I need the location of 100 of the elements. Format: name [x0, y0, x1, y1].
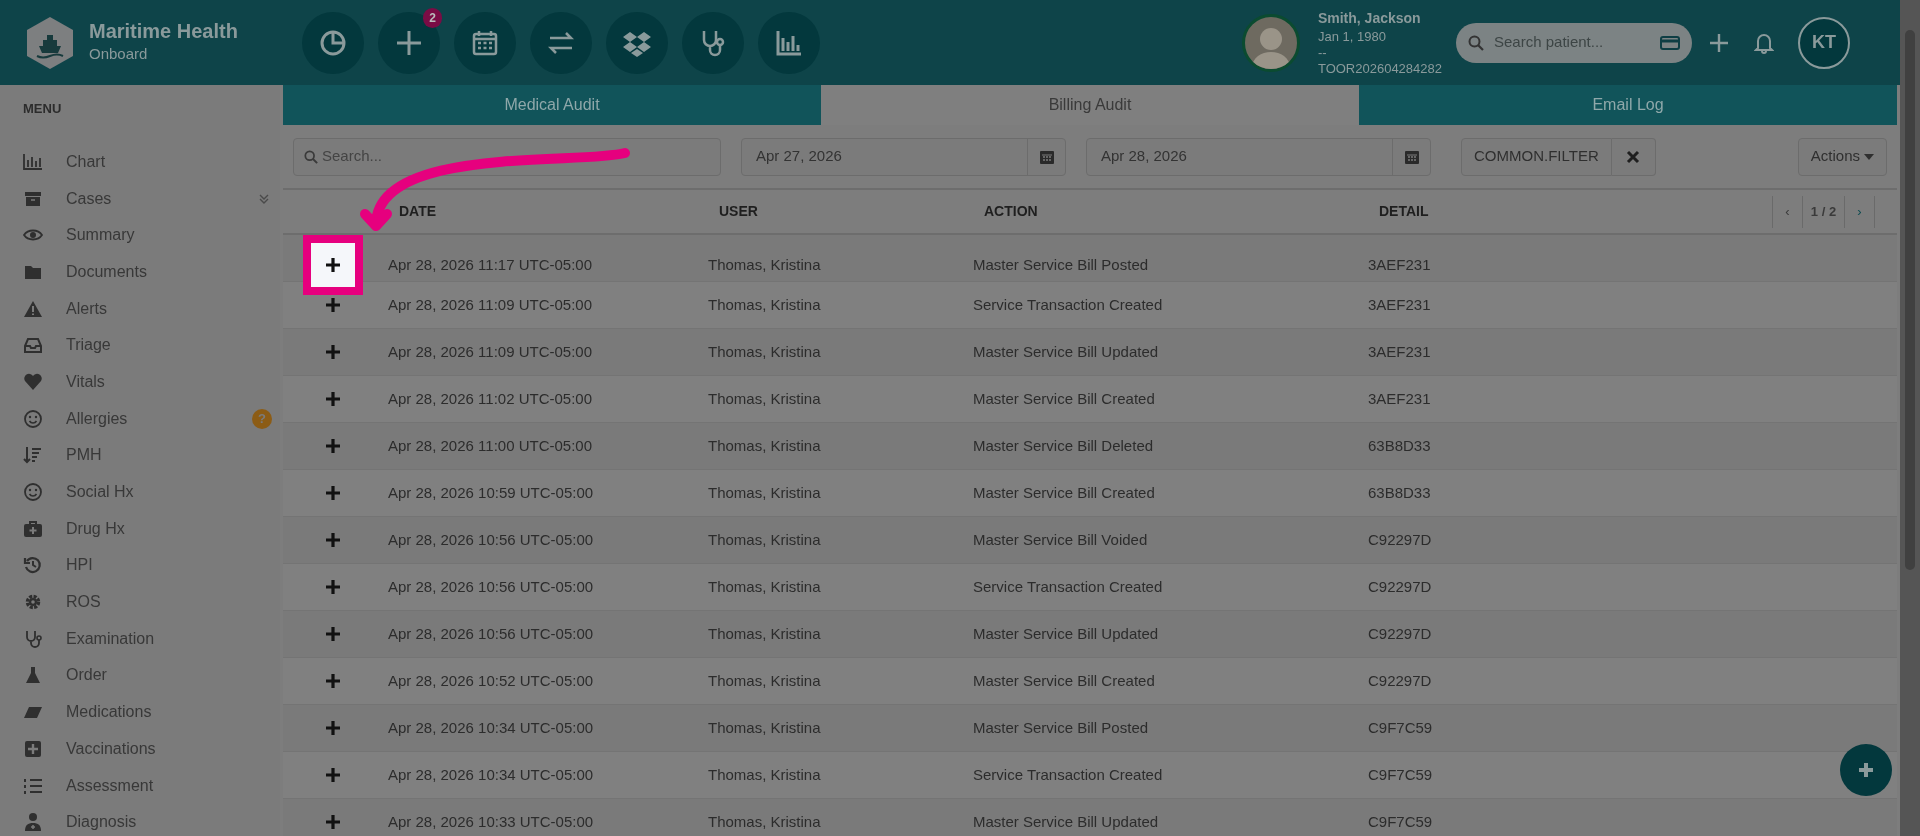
- heart-icon: [23, 371, 43, 392]
- plus-icon: [325, 257, 341, 273]
- plus-icon: [1857, 761, 1875, 779]
- table-cell-text: Thomas, Kristina: [708, 254, 821, 275]
- table-cell-text: Apr 28, 2026 11:09 UTC-05:00: [388, 294, 593, 315]
- sidebar-item[interactable]: HPI: [23, 547, 280, 584]
- table-cell-text: Apr 28, 2026 10:33 UTC-05:00: [388, 811, 594, 832]
- patient-search-field[interactable]: Search patient...: [1492, 30, 1652, 55]
- table-cell-text: Apr 28, 2026 11:09 UTC-05:00: [388, 341, 593, 362]
- brand-subtitle: Onboard: [89, 44, 149, 65]
- expand-row-button[interactable]: [303, 235, 363, 295]
- sidebar-item[interactable]: Summary: [23, 216, 280, 254]
- table-cell-text: C9F7C59: [1368, 811, 1433, 832]
- plus-icon: [325, 814, 341, 830]
- patient-name: Smith, Jackson: [1317, 8, 1422, 28]
- caret-icon: [1864, 153, 1874, 160]
- tab[interactable]: Medical Audit: [283, 85, 821, 125]
- table-cell-text: 3AEF231: [1368, 254, 1431, 275]
- column-header: ACTION: [984, 202, 1038, 221]
- table-cell-text: Thomas, Kristina: [708, 764, 821, 785]
- actions-dropdown[interactable]: Actions: [1797, 137, 1887, 176]
- plus-icon: [325, 532, 341, 548]
- table-cell-text: 3AEF231: [1368, 341, 1431, 362]
- table-cell-text: 63B8D33: [1368, 482, 1431, 503]
- flask-icon: [23, 665, 43, 686]
- search-field[interactable]: Search...: [318, 144, 720, 169]
- sidebar-item[interactable]: Diagnosis: [23, 803, 280, 836]
- table-cell-text: Master Service Bill Posted: [973, 254, 1149, 275]
- ship-logo-icon: [25, 15, 75, 70]
- table-cell-text: Apr 28, 2026 11:00 UTC-05:00: [388, 435, 593, 456]
- filter-button[interactable]: COMMON.FILTER: [1461, 137, 1612, 176]
- column-header: USER: [719, 202, 758, 221]
- table-cell-text: Apr 28, 2026 10:34 UTC-05:00: [388, 717, 594, 738]
- close-icon: [1626, 150, 1641, 165]
- column-header: DETAIL: [1379, 202, 1429, 221]
- plus-icon: [325, 485, 341, 501]
- table-cell-text: Master Service Bill Voided: [973, 529, 1148, 550]
- table-cell-text: Apr 28, 2026 10:59 UTC-05:00: [388, 482, 594, 503]
- table-cell-text: Master Service Bill Created: [973, 388, 1155, 409]
- sidebar-item[interactable]: Medications: [23, 693, 280, 731]
- table-cell-text: Master Service Bill Posted: [973, 717, 1149, 738]
- previous-page-button[interactable]: ‹: [1773, 195, 1803, 228]
- plus-icon: [325, 391, 341, 407]
- sidebar-item[interactable]: Social Hx: [23, 473, 280, 511]
- table-cell-text: Thomas, Kristina: [708, 811, 821, 832]
- table-cell-text: C92297D: [1368, 576, 1432, 597]
- table-cell-text: 3AEF231: [1368, 388, 1431, 409]
- tab[interactable]: Email Log: [1359, 85, 1897, 125]
- sidebar-item[interactable]: Triage: [23, 326, 280, 364]
- help-badge: ?: [252, 408, 272, 429]
- sidebar-item[interactable]: Vaccinations: [23, 730, 280, 768]
- bar-chart-icon: [23, 151, 43, 172]
- table-cell-text: Master Service Bill Created: [973, 670, 1155, 691]
- patient-id: TOOR202604284282: [1317, 61, 1442, 78]
- history-icon: [23, 555, 43, 576]
- table-cell-text: Apr 28, 2026 11:02 UTC-05:00: [388, 388, 593, 409]
- sidebar-item[interactable]: Allergies ?: [23, 400, 280, 437]
- column-header: DATE: [399, 202, 437, 221]
- next-page-button[interactable]: ›: [1845, 195, 1875, 228]
- clear-filter-button[interactable]: [1611, 137, 1656, 176]
- table-cell-text: Master Service Bill Updated: [973, 341, 1159, 362]
- scrollbar[interactable]: [1900, 0, 1920, 836]
- plus-icon: [325, 720, 341, 736]
- table-cell-text: Master Service Bill Deleted: [973, 435, 1154, 456]
- table-cell-text: 63B8D33: [1368, 435, 1431, 456]
- table-cell-text: Thomas, Kristina: [708, 717, 821, 738]
- sidebar-item[interactable]: Cases: [23, 180, 280, 217]
- plus-icon: [325, 438, 341, 454]
- plus-icon: [325, 344, 341, 360]
- sidebar-item[interactable]: Documents: [23, 253, 280, 291]
- toolbar-button[interactable]: 2: [378, 11, 440, 74]
- smiley-icon: [23, 408, 43, 429]
- medical-kit-icon: [23, 518, 43, 539]
- search-icon: [304, 149, 318, 164]
- table-cell-text: Apr 28, 2026 10:34 UTC-05:00: [388, 764, 594, 785]
- sort-list-icon: [23, 445, 43, 466]
- table-cell-text: Service Transaction Created: [973, 294, 1163, 315]
- sidebar-item[interactable]: Alerts: [23, 290, 280, 327]
- table-cell-text: Service Transaction Created: [973, 576, 1163, 597]
- sidebar-item[interactable]: Order: [23, 657, 280, 694]
- plus-icon: [325, 297, 341, 313]
- plus-icon: [325, 673, 341, 689]
- patient-search-field[interactable]: Search patient...: [1456, 22, 1692, 63]
- user-avatar[interactable]: KT: [1798, 16, 1850, 69]
- table-cell-text: C9F7C59: [1368, 717, 1433, 738]
- sidebar-item[interactable]: ROS: [23, 583, 280, 621]
- table-cell-text: Master Service Bill Updated: [973, 811, 1159, 832]
- sidebar-item[interactable]: Vitals: [23, 363, 280, 401]
- sidebar-item[interactable]: Chart: [23, 143, 280, 181]
- sidebar-item[interactable]: PMH: [23, 437, 280, 474]
- search-icon: [1468, 34, 1484, 51]
- table-cell-text: C92297D: [1368, 670, 1432, 691]
- plus-icon: [325, 579, 341, 595]
- sidebar-item[interactable]: Assessment: [23, 767, 280, 804]
- table-cell-text: Apr 28, 2026 10:56 UTC-05:00: [388, 623, 594, 644]
- brand-title: Maritime Health: [89, 19, 238, 44]
- sidebar-item[interactable]: Examination: [23, 620, 280, 658]
- sidebar-item[interactable]: Drug Hx: [23, 510, 280, 548]
- table-cell-text: Service Transaction Created: [973, 764, 1163, 785]
- table-cell-text: Thomas, Kristina: [708, 670, 821, 691]
